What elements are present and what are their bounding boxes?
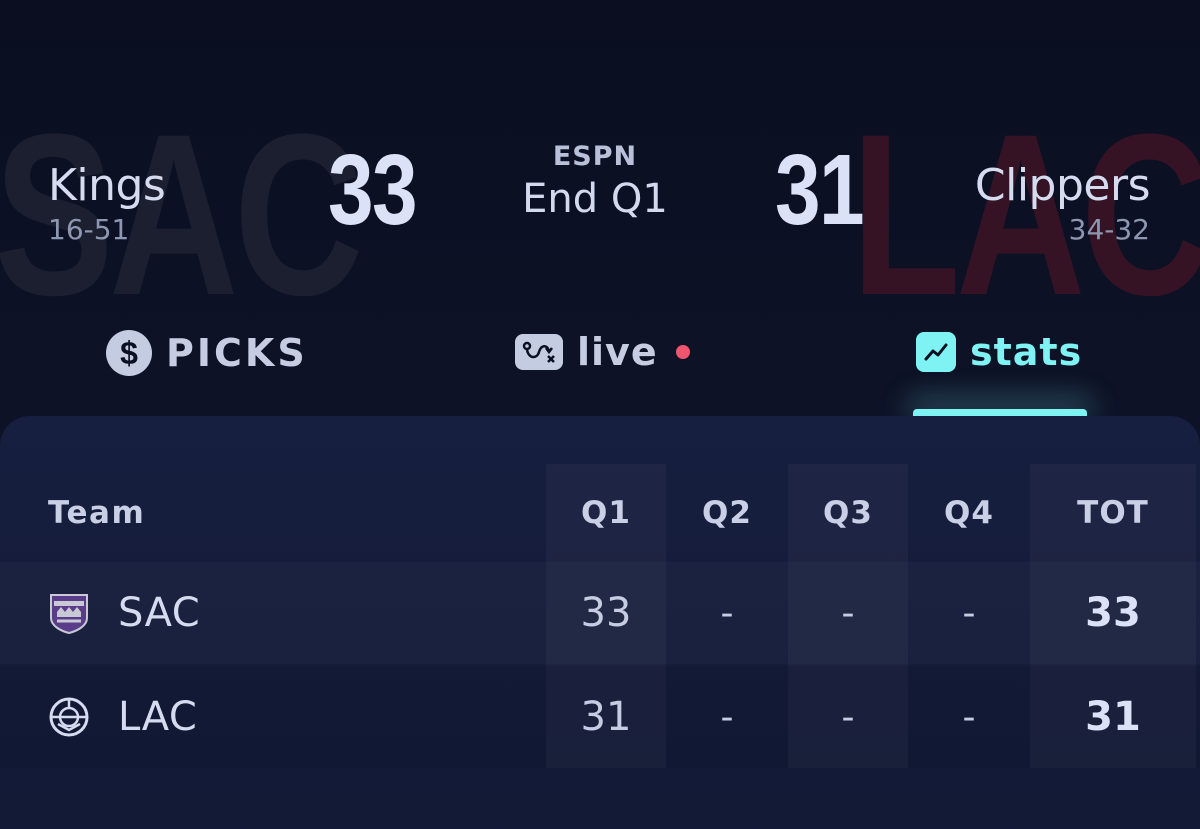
q4-score: - — [962, 592, 976, 634]
away-team-name: Clippers — [974, 160, 1151, 211]
q3-score: - — [841, 592, 855, 634]
tab-stats[interactable]: stats — [916, 330, 1082, 374]
header-q2: Q2 — [702, 495, 752, 531]
q1-score: 31 — [580, 694, 632, 740]
q4-score: - — [962, 696, 976, 738]
header-team: Team — [48, 495, 146, 531]
away-team-record: 34-32 — [1068, 213, 1150, 246]
tab-picks[interactable]: $ PICKS — [106, 330, 308, 376]
total-score: 33 — [1085, 590, 1141, 636]
header-q4: Q4 — [944, 495, 994, 531]
header-tot: TOT — [1077, 495, 1149, 531]
home-team-record: 16-51 — [48, 213, 130, 246]
away-team-block[interactable]: Clippers 34-32 — [974, 160, 1151, 248]
tab-live-label: live — [577, 330, 658, 374]
tab-picks-label: PICKS — [166, 331, 308, 375]
kings-logo-icon — [48, 592, 90, 634]
home-score: 33 — [328, 134, 418, 246]
q2-score: - — [720, 592, 734, 634]
header-q3: Q3 — [823, 495, 873, 531]
table-row[interactable]: LAC 31 - - - 31 — [0, 666, 1200, 768]
total-score: 31 — [1085, 694, 1141, 740]
tab-live[interactable]: live — [515, 330, 690, 374]
table-header: Team Q1 Q2 Q3 Q4 TOT — [0, 464, 1200, 562]
tab-stats-label: stats — [970, 330, 1083, 374]
team-abbr: LAC — [118, 694, 198, 740]
play-diagram-icon — [515, 334, 563, 370]
q1-score: 33 — [580, 590, 632, 636]
away-score: 31 — [775, 134, 865, 246]
q2-score: - — [720, 696, 734, 738]
game-period-status: End Q1 — [522, 176, 668, 222]
clippers-logo-icon — [48, 696, 90, 738]
stats-card: Team Q1 Q2 Q3 Q4 TOT SAC 33 - - - 33 LAC… — [0, 416, 1200, 829]
home-team-name: Kings — [48, 160, 166, 211]
live-indicator-dot — [675, 345, 690, 359]
broadcast-network: ESPN — [552, 141, 638, 172]
game-screen: SAC LAC Kings 16-51 33 ESPN End Q1 31 Cl… — [0, 0, 1200, 829]
table-row[interactable]: SAC 33 - - - 33 — [0, 562, 1200, 664]
trend-chart-icon — [916, 332, 956, 372]
q3-score: - — [841, 696, 855, 738]
header-q1: Q1 — [581, 495, 631, 531]
home-team-block[interactable]: Kings 16-51 — [48, 160, 166, 248]
game-status: ESPN End Q1 — [480, 140, 710, 224]
team-abbr: SAC — [118, 590, 201, 636]
dollar-icon: $ — [106, 330, 152, 376]
tab-bar: $ PICKS live stats — [0, 320, 1200, 417]
